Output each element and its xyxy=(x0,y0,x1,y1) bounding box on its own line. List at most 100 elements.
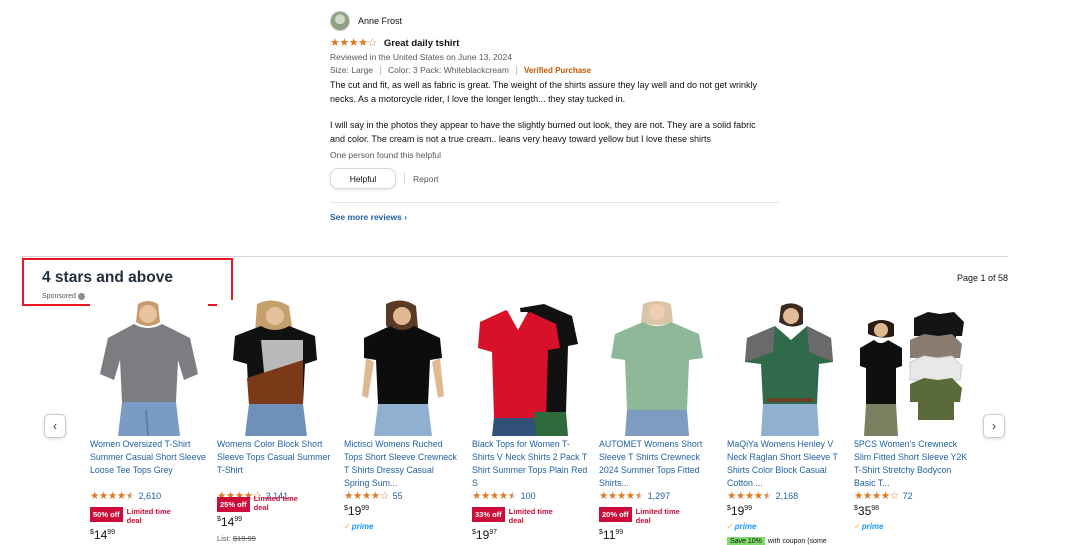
price-whole: 14 xyxy=(220,515,235,529)
deal-label: Limited time deal xyxy=(126,507,171,525)
product-image[interactable] xyxy=(727,300,845,436)
star-full-icon: ★ xyxy=(880,489,890,502)
star-full-icon: ★ xyxy=(744,489,754,502)
sponsored-text: Sponsored xyxy=(42,293,76,300)
carousel-next-button[interactable]: › xyxy=(983,414,1005,438)
sponsored-label[interactable]: Sponsored xyxy=(42,293,85,300)
star-full-icon: ★ xyxy=(370,489,380,502)
helpful-button[interactable]: Helpful xyxy=(330,168,396,189)
deal-label: Limited time deal xyxy=(253,494,298,512)
star-full-icon: ★ xyxy=(107,489,117,502)
star-rating: ★ ★ ★ ★ ☆ xyxy=(344,491,389,502)
prime-badge: ✓prime xyxy=(854,522,884,531)
review-color[interactable]: Color: 3 Pack: Whiteblackcream xyxy=(388,64,509,77)
product-rating[interactable]: ★ ★ ★ ★ ★ 2,610 xyxy=(90,490,161,502)
product-rating[interactable]: ★ ★ ★ ★ ★ 2,168 xyxy=(727,490,798,502)
product-title-link[interactable]: 5PCS Women's Crewneck Slim Fitted Short … xyxy=(854,438,970,490)
product-rating[interactable]: ★ ★ ★ ★ ★ 100 xyxy=(472,490,536,502)
star-empty-icon: ☆ xyxy=(889,489,899,502)
product-rating[interactable]: ★ ★ ★ ★ ★ 1,297 xyxy=(599,490,670,502)
star-full-icon: ★ xyxy=(498,489,508,502)
chevron-right-icon: › xyxy=(404,212,408,222)
review-count[interactable]: 100 xyxy=(521,491,536,501)
helpful-count: One person found this helpful xyxy=(330,150,442,160)
star-full-icon: ★ xyxy=(339,36,349,49)
review-title[interactable]: Great daily tshirt xyxy=(384,38,460,49)
product-card[interactable]: Women Oversized T-Shirt Summer Casual Sh… xyxy=(90,300,208,545)
deal-row: 20% off Limited time deal xyxy=(599,507,688,525)
product-rating[interactable]: ★ ★ ★ ★ ☆ 55 xyxy=(344,490,403,502)
reviewer-name[interactable]: Anne Frost xyxy=(358,16,402,26)
product-card[interactable]: Womens Color Block Short Sleeve Tops Cas… xyxy=(217,300,335,545)
product-price[interactable]: $ 35 98 xyxy=(854,505,879,518)
product-title-link[interactable]: AUTOMET Womens Short Sleeve T Shirts Cre… xyxy=(599,438,715,490)
product-card[interactable]: 5PCS Women's Crewneck Slim Fitted Short … xyxy=(854,300,972,545)
product-image[interactable] xyxy=(344,300,462,436)
coupon-text: with coupon (some xyxy=(767,538,827,545)
product-image[interactable] xyxy=(217,300,335,436)
report-link[interactable]: Report xyxy=(413,174,439,184)
star-full-icon: ★ xyxy=(625,489,635,502)
see-more-reviews-link[interactable]: See more reviews › xyxy=(330,212,407,222)
star-full-icon: ★ xyxy=(116,489,126,502)
product-title-link[interactable]: Women Oversized T-Shirt Summer Casual Sh… xyxy=(90,438,206,490)
product-image[interactable] xyxy=(90,300,208,436)
product-card[interactable]: MaQiYa Womens Henley V Neck Raglan Short… xyxy=(727,300,845,545)
product-title-link[interactable]: Mictisci Womens Ruched Tops Short Sleeve… xyxy=(344,438,460,490)
price-cents: 99 xyxy=(744,505,753,512)
product-card[interactable]: Mictisci Womens Ruched Tops Short Sleeve… xyxy=(344,300,462,545)
reviewer-profile[interactable]: Anne Frost xyxy=(330,10,780,32)
product-price[interactable]: $ 19 99 xyxy=(344,505,369,518)
carousel-prev-button[interactable]: ‹ xyxy=(44,414,66,438)
prime-label: prime xyxy=(861,522,884,531)
star-rating: ★ ★ ★ ★ ★ xyxy=(599,491,644,502)
product-card[interactable]: AUTOMET Womens Short Sleeve T Shirts Cre… xyxy=(599,300,717,545)
review-variant-info: Size: Large Color: 3 Pack: Whiteblackcre… xyxy=(330,64,780,77)
list-price-value: $19.99 xyxy=(232,534,256,543)
price-cents: 98 xyxy=(871,505,880,512)
star-rating: ★ ★ ★ ★ ★ xyxy=(727,491,772,502)
divider xyxy=(404,173,405,184)
coupon-row[interactable]: Save 10% with coupon (some xyxy=(727,537,827,545)
product-price[interactable]: $ 19 97 xyxy=(472,529,497,542)
product-price[interactable]: $ 11 99 xyxy=(599,529,623,542)
review-count[interactable]: 72 xyxy=(903,491,913,501)
product-card[interactable]: Black Tops for Women T-Shirts V Neck Shi… xyxy=(472,300,590,545)
star-full-icon: ★ xyxy=(871,489,881,502)
review-count[interactable]: 55 xyxy=(393,491,403,501)
customer-review: Anne Frost ★ ★ ★ ★ ☆ Great daily tshirt Revi… xyxy=(330,10,780,189)
price-whole: 19 xyxy=(475,528,490,542)
verified-purchase-badge: Verified Purchase xyxy=(523,66,592,75)
star-full-icon: ★ xyxy=(599,489,608,502)
divider xyxy=(380,66,381,75)
star-full-icon: ★ xyxy=(352,489,362,502)
review-size: Size: Large xyxy=(330,65,373,75)
product-image[interactable] xyxy=(472,300,590,436)
info-icon[interactable] xyxy=(77,293,85,300)
product-title-link[interactable]: Womens Color Block Short Sleeve Tops Cas… xyxy=(217,438,333,490)
review-count[interactable]: 1,297 xyxy=(648,491,671,501)
product-image[interactable] xyxy=(599,300,717,436)
deal-row: 33% off Limited time deal xyxy=(472,507,561,525)
product-title-link[interactable]: Black Tops for Women T-Shirts V Neck Shi… xyxy=(472,438,588,490)
review-body: The cut and fit, as well as fabric is gr… xyxy=(330,79,770,146)
star-full-icon: ★ xyxy=(348,36,359,49)
review-star-rating: ★ ★ ★ ★ ☆ xyxy=(330,36,377,49)
product-image[interactable] xyxy=(854,300,972,436)
checkmark-icon: ✓ xyxy=(344,522,351,531)
avatar xyxy=(330,11,350,31)
deal-label: Limited time deal xyxy=(508,507,553,525)
product-title-link[interactable]: MaQiYa Womens Henley V Neck Raglan Short… xyxy=(727,438,843,490)
review-count[interactable]: 2,610 xyxy=(139,491,162,501)
star-rating: ★ ★ ★ ★ ☆ xyxy=(854,491,899,502)
review-count[interactable]: 2,168 xyxy=(776,491,799,501)
discount-badge: 25% off xyxy=(217,497,250,512)
product-rating[interactable]: ★ ★ ★ ★ ☆ 72 xyxy=(854,490,913,502)
list-price-label: List: xyxy=(217,534,231,543)
product-price[interactable]: $ 14 99 xyxy=(217,516,242,529)
price-cents: 99 xyxy=(615,529,624,536)
product-price[interactable]: $ 14 99 xyxy=(90,529,115,542)
review-paragraph: I will say in the photos they appear to … xyxy=(330,120,756,144)
coupon-badge: Save 10% xyxy=(727,537,765,545)
product-price[interactable]: $ 19 99 xyxy=(727,505,752,518)
